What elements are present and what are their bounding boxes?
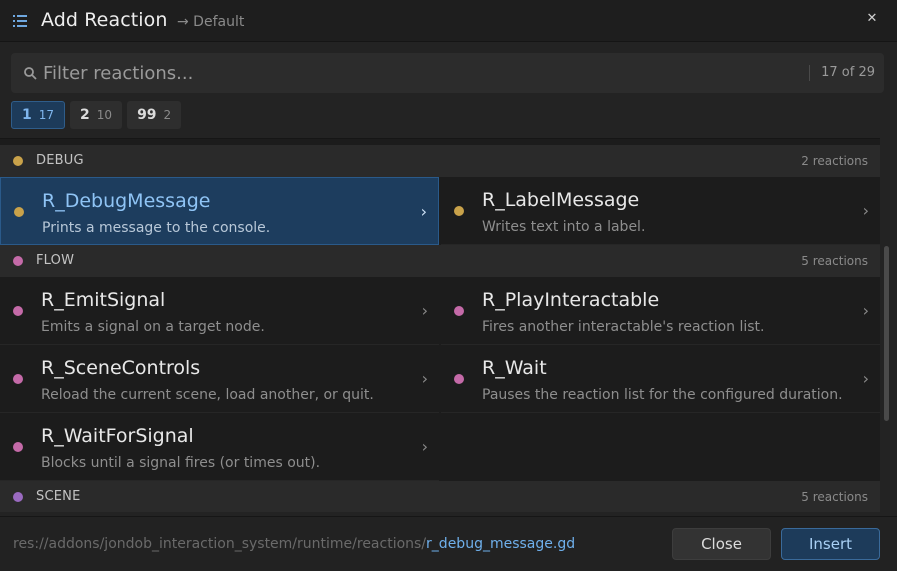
reaction-item-r-waitforsignal[interactable]: R_WaitForSignal Blocks until a signal fi…	[0, 413, 439, 481]
chevron-right-icon: ›	[862, 301, 869, 320]
chevron-right-icon: ›	[862, 201, 869, 220]
reaction-description: Fires another interactable's reaction li…	[482, 319, 765, 335]
reaction-name: R_EmitSignal	[41, 289, 166, 311]
section-count: 5 reactions	[801, 490, 868, 504]
category-dot	[13, 306, 23, 316]
chip-level: 2	[80, 107, 90, 123]
chip-level: 1	[22, 107, 32, 123]
list-icon	[13, 15, 27, 27]
reaction-description: Prints a message to the console.	[42, 220, 271, 236]
section-name: DEBUG	[36, 153, 84, 168]
category-dot	[13, 156, 23, 166]
section-count: 2 reactions	[801, 154, 868, 168]
script-path-prefix: res://addons/jondob_interaction_system/r…	[13, 536, 427, 552]
chip-level-1[interactable]: 1 17	[11, 101, 66, 129]
dialog-title: Add Reaction	[41, 9, 168, 31]
dialog-subtitle: → Default	[177, 14, 245, 30]
script-path-file: r_debug_message.gd	[426, 536, 576, 552]
reaction-item-r-scenecontrols[interactable]: R_SceneControls Reload the current scene…	[0, 345, 439, 413]
reaction-item-r-debugmessage[interactable]: R_DebugMessage Prints a message to the c…	[0, 177, 439, 245]
category-dot	[454, 374, 464, 384]
chip-level-99[interactable]: 99 2	[127, 101, 182, 129]
category-dot	[13, 492, 23, 502]
add-reaction-dialog: Add Reaction → Default ✕ 17 of 29 1 17 2…	[0, 0, 897, 571]
chip-level: 99	[137, 107, 157, 123]
reaction-description: Blocks until a signal fires (or times ou…	[41, 455, 321, 471]
reaction-name: R_PlayInteractable	[482, 289, 660, 311]
chevron-right-icon: ›	[421, 301, 428, 320]
reaction-item-r-wait[interactable]: R_Wait Pauses the reaction list for the …	[441, 345, 880, 413]
list-scrollbar[interactable]	[884, 246, 889, 421]
reaction-name: R_SceneControls	[41, 357, 201, 379]
section-header-flow[interactable]: FLOW 5 reactions	[0, 245, 880, 277]
close-icon[interactable]: ✕	[864, 11, 880, 27]
search-icon	[24, 67, 37, 80]
category-dot	[13, 442, 23, 452]
filter-input[interactable]	[43, 53, 783, 93]
reaction-description: Emits a signal on a target node.	[41, 319, 265, 335]
reaction-name: R_WaitForSignal	[41, 425, 194, 447]
section-name: FLOW	[36, 253, 75, 268]
category-dot	[13, 256, 23, 266]
reaction-item-r-labelmessage[interactable]: R_LabelMessage Writes text into a label.…	[441, 177, 880, 245]
reaction-description: Reload the current scene, load another, …	[41, 387, 374, 403]
chip-count: 10	[96, 108, 113, 122]
section-header-scene[interactable]: SCENE 5 reactions	[0, 481, 880, 512]
chevron-right-icon: ›	[421, 437, 428, 456]
section-name: SCENE	[36, 489, 81, 504]
chevron-right-icon: ›	[420, 202, 427, 221]
chip-count: 2	[163, 108, 172, 122]
search-divider	[809, 65, 810, 81]
reaction-description: Pauses the reaction list for the configu…	[482, 387, 843, 403]
dialog-footer: res://addons/jondob_interaction_system/r…	[0, 516, 897, 571]
close-button[interactable]: Close	[672, 528, 771, 560]
chevron-right-icon: ›	[862, 369, 869, 388]
reaction-list: DEBUG 2 reactions R_DebugMessage Prints …	[0, 138, 880, 512]
reaction-name: R_LabelMessage	[482, 189, 640, 211]
insert-button[interactable]: Insert	[781, 528, 880, 560]
search-bar: 17 of 29	[11, 53, 884, 93]
chip-level-2[interactable]: 2 10	[70, 101, 123, 129]
reaction-item-r-playinteractable[interactable]: R_PlayInteractable Fires another interac…	[441, 277, 880, 345]
title-bar: Add Reaction → Default ✕	[0, 0, 897, 42]
script-path: res://addons/jondob_interaction_system/r…	[13, 536, 575, 552]
reaction-item-r-emitsignal[interactable]: R_EmitSignal Emits a signal on a target …	[0, 277, 439, 345]
category-dot	[14, 207, 24, 217]
chevron-right-icon: ›	[421, 369, 428, 388]
section-count: 5 reactions	[801, 254, 868, 268]
category-dot	[13, 374, 23, 384]
category-dot	[454, 306, 464, 316]
category-dot	[454, 206, 464, 216]
chip-count: 17	[38, 108, 55, 122]
reaction-description: Writes text into a label.	[482, 219, 646, 235]
result-count: 17 of 29	[821, 65, 875, 80]
level-filter-chips: 1 17 2 10 99 2	[11, 101, 182, 129]
reaction-name: R_Wait	[482, 357, 547, 379]
section-header-debug[interactable]: DEBUG 2 reactions	[0, 145, 880, 177]
reaction-name: R_DebugMessage	[42, 190, 211, 212]
